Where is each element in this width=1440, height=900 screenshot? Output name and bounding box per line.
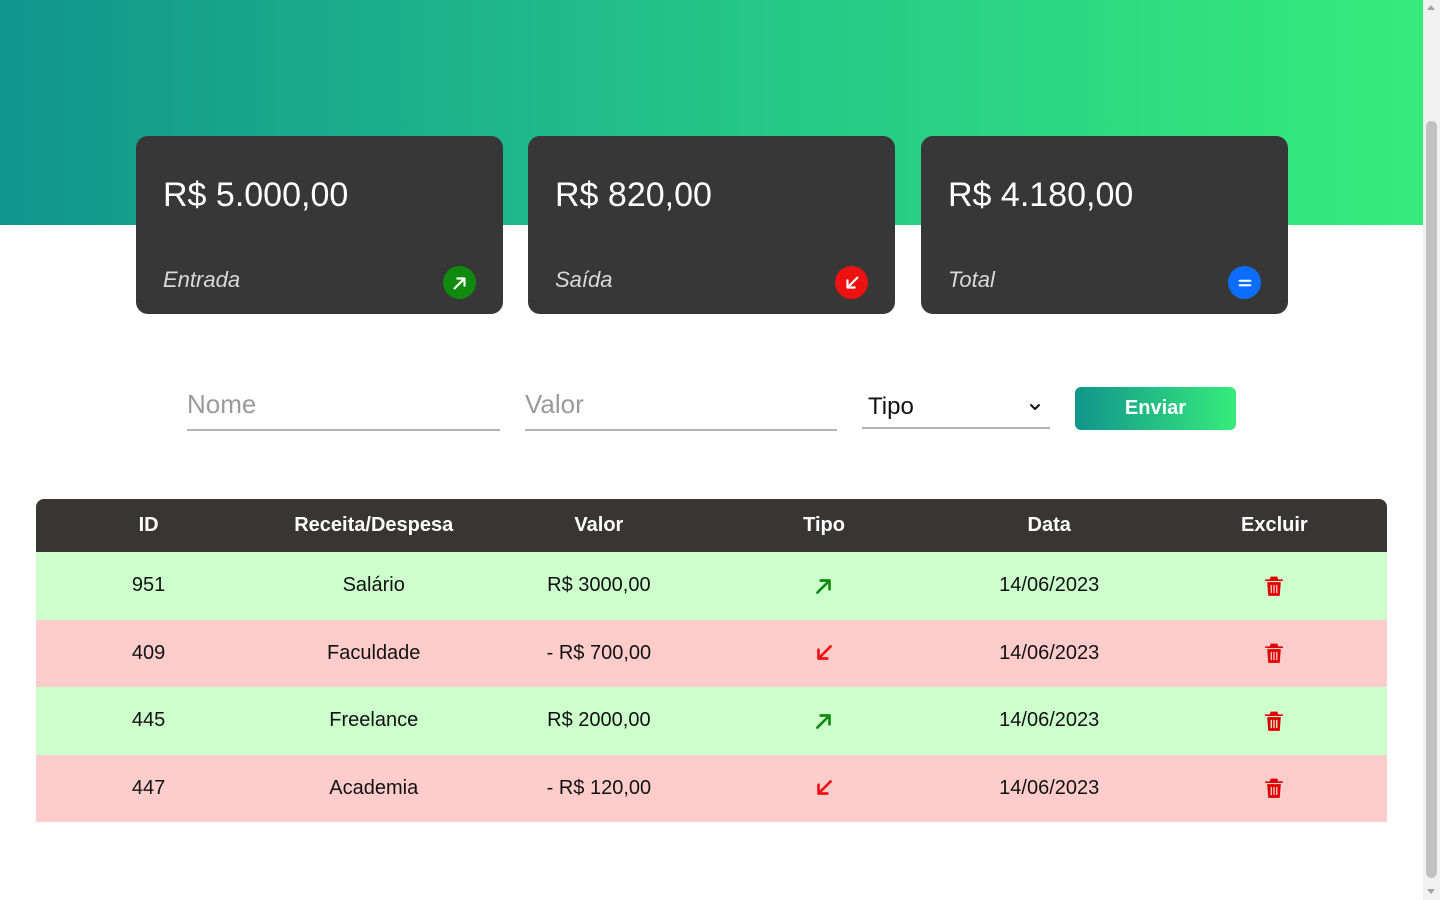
nome-input[interactable]	[187, 385, 500, 431]
card-total: R$ 4.180,00 Total	[921, 136, 1288, 314]
chevron-down-icon	[1028, 393, 1042, 421]
row-date: 14/06/2023	[999, 574, 1100, 597]
row-date: 14/06/2023	[999, 641, 1100, 664]
row-value: R$ 2000,00	[547, 709, 651, 732]
table-row: 445 Freelance R$ 2000,00 14/06/2023	[36, 687, 1387, 755]
header-tipo: Tipo	[803, 514, 845, 536]
arrow-down-left-icon	[813, 777, 835, 799]
delete-button[interactable]	[1162, 709, 1387, 732]
card-total-label: Total	[948, 267, 995, 292]
transaction-form: Tipo Enviar	[0, 385, 1423, 435]
row-type	[711, 574, 936, 597]
delete-button[interactable]	[1162, 642, 1387, 665]
row-id: 445	[131, 709, 166, 732]
trash-icon	[1263, 642, 1285, 664]
arrow-up-right-icon	[813, 574, 835, 596]
card-total-amount: R$ 4.180,00	[948, 176, 1134, 214]
valor-input[interactable]	[525, 385, 837, 431]
table-row: 447 Academia - R$ 120,00 14/06/2023	[36, 754, 1387, 822]
card-entrada-amount: R$ 5.000,00	[163, 176, 349, 214]
delete-button[interactable]	[1162, 574, 1387, 597]
row-value: - R$ 700,00	[546, 641, 652, 664]
row-type	[711, 642, 936, 665]
arrow-up-right-icon	[813, 709, 835, 731]
trash-icon	[1263, 574, 1285, 596]
scrollbar-thumb[interactable]	[1426, 121, 1437, 878]
card-saida-amount: R$ 820,00	[555, 176, 712, 214]
row-id: 951	[131, 574, 166, 597]
row-name: Freelance	[329, 709, 419, 732]
tipo-select-value: Tipo	[868, 393, 914, 420]
arrow-up-right-icon	[443, 266, 476, 299]
row-name: Salário	[342, 574, 405, 597]
header-excluir: Excluir	[1241, 514, 1308, 536]
row-id: 409	[131, 641, 166, 664]
card-entrada: R$ 5.000,00 Entrada	[136, 136, 503, 314]
row-value: - R$ 120,00	[546, 776, 652, 799]
row-date: 14/06/2023	[999, 776, 1100, 799]
equals-icon	[1228, 266, 1261, 299]
scroll-up-arrow-icon[interactable]	[1427, 5, 1435, 10]
vertical-scrollbar[interactable]	[1423, 0, 1440, 900]
transactions-table: ID Receita/Despesa Valor Tipo Data Exclu…	[36, 499, 1387, 822]
arrow-down-left-icon	[813, 642, 835, 664]
row-id: 447	[131, 776, 166, 799]
row-type	[711, 709, 936, 732]
row-date: 14/06/2023	[999, 709, 1100, 732]
row-name: Academia	[329, 776, 419, 799]
arrow-down-left-icon	[835, 266, 868, 299]
header-id: ID	[138, 514, 159, 536]
card-entrada-label: Entrada	[163, 267, 241, 292]
header-data: Data	[1027, 514, 1071, 536]
card-saida: R$ 820,00 Saída	[528, 136, 895, 314]
row-type	[711, 777, 936, 800]
header-valor: Valor	[574, 514, 624, 536]
delete-button[interactable]	[1162, 777, 1387, 800]
scroll-down-arrow-icon[interactable]	[1427, 889, 1435, 894]
table-header: ID Receita/Despesa Valor Tipo Data Exclu…	[36, 499, 1387, 552]
trash-icon	[1263, 777, 1285, 799]
table-row: 951 Salário R$ 3000,00 14/06/2023	[36, 552, 1387, 620]
tipo-select[interactable]: Tipo	[862, 387, 1050, 429]
trash-icon	[1263, 709, 1285, 731]
table-row: 409 Faculdade - R$ 700,00 14/06/2023	[36, 619, 1387, 687]
card-saida-label: Saída	[555, 267, 613, 292]
header-receita-despesa: Receita/Despesa	[294, 514, 454, 536]
enviar-button[interactable]: Enviar	[1075, 387, 1236, 430]
row-value: R$ 3000,00	[547, 574, 651, 597]
row-name: Faculdade	[327, 641, 421, 664]
